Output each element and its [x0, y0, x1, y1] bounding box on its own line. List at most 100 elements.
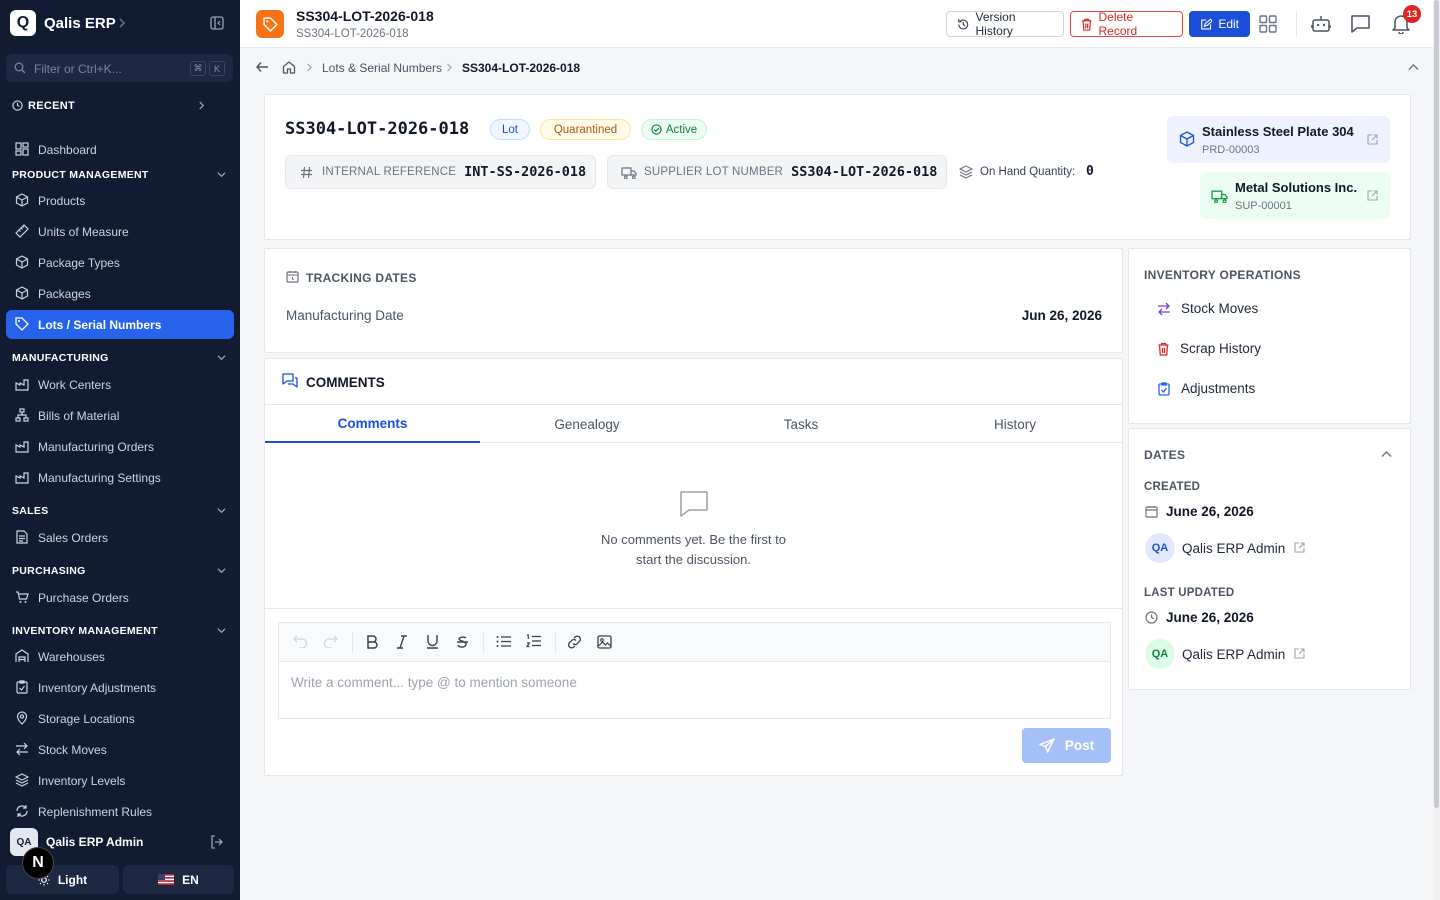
post-comment-button[interactable]: Post [1022, 728, 1111, 763]
truck-icon [621, 167, 637, 179]
chevron-up-icon[interactable] [1381, 450, 1392, 458]
app-name[interactable]: Qalis ERP [44, 15, 116, 32]
home-icon[interactable] [282, 60, 296, 74]
external-link-icon[interactable] [1367, 190, 1378, 201]
cube-icon [1179, 131, 1195, 147]
sidebar-item-packages[interactable]: Packages [6, 279, 234, 308]
sidebar-item-purchase-orders[interactable]: Purchase Orders [6, 583, 234, 612]
italic-icon[interactable] [396, 635, 408, 649]
quality-status-badge: Quarantined [540, 119, 631, 140]
tab-comments[interactable]: Comments [265, 405, 480, 443]
sidebar-item-inventory-levels[interactable]: Inventory Levels [6, 766, 234, 795]
sidebar-filter[interactable]: Filter or Ctrl+K... ⌘ K [6, 54, 233, 82]
version-history-button[interactable]: Version History [946, 10, 1064, 38]
layers-icon [959, 165, 973, 179]
chevron-down-icon[interactable] [217, 566, 226, 575]
updated-by-user[interactable]: Qalis ERP Admin [1182, 647, 1285, 662]
sidebar-item-inventory-adjustments[interactable]: Inventory Adjustments [6, 673, 234, 702]
bold-icon[interactable] [366, 635, 378, 649]
breadcrumb-separator-icon [307, 63, 312, 72]
scrollbar-thumb[interactable] [1434, 0, 1439, 808]
logout-icon[interactable] [210, 835, 224, 849]
delete-record-button[interactable]: Delete Record [1070, 10, 1183, 38]
sidebar-item-label: Inventory Levels [38, 773, 126, 788]
breadcrumb-separator-icon [447, 63, 452, 72]
tab-tasks[interactable]: Tasks [694, 405, 908, 443]
sidebar-item-stock-moves[interactable]: Stock Moves [6, 735, 234, 764]
linked-supplier-card[interactable]: Metal Solutions Inc. SUP-00001 [1200, 172, 1390, 219]
chevron-down-icon[interactable] [217, 170, 226, 179]
underline-icon[interactable] [426, 634, 439, 649]
chevron-down-icon[interactable] [217, 626, 226, 635]
toolbar-divider [352, 632, 353, 653]
breadcrumb-current: SS304-LOT-2026-018 [462, 61, 581, 75]
comment-input[interactable]: Write a comment... type @ to mention som… [291, 675, 577, 690]
redo-icon[interactable] [323, 635, 338, 648]
tab-genealogy[interactable]: Genealogy [480, 405, 694, 443]
adjustments-link[interactable]: Adjustments [1157, 381, 1255, 396]
status-badge: Active [641, 119, 707, 140]
sidebar-item-manufacturing-orders[interactable]: Manufacturing Orders [6, 432, 234, 461]
breadcrumb-parent[interactable]: Lots & Serial Numbers [322, 61, 442, 75]
status-label: Active [665, 123, 698, 136]
dev-tools-badge[interactable]: N [22, 847, 54, 879]
strikethrough-icon[interactable] [456, 635, 469, 649]
sidebar-item-replenishment-rules[interactable]: Replenishment Rules [6, 797, 234, 826]
section-manufacturing[interactable]: MANUFACTURING [12, 352, 109, 364]
back-arrow-icon[interactable] [256, 61, 269, 73]
sidebar-item-storage-locations[interactable]: Storage Locations [6, 704, 234, 733]
sidebar-item-dashboard[interactable]: Dashboard [6, 135, 234, 164]
sidebar-item-package-types[interactable]: Package Types [6, 248, 234, 277]
app-logo[interactable]: Q [10, 10, 36, 36]
undo-icon[interactable] [293, 635, 308, 648]
section-inventory-management[interactable]: INVENTORY MANAGEMENT [12, 625, 158, 637]
scrap-history-link[interactable]: Scrap History [1157, 341, 1261, 356]
external-link-icon[interactable] [1294, 542, 1305, 553]
on-hand-value: 0 [1086, 164, 1094, 179]
edit-button[interactable]: Edit [1189, 11, 1250, 37]
sidebar-item-lots-serial-numbers[interactable]: Lots / Serial Numbers [6, 310, 234, 339]
page-scrollbar[interactable] [1433, 0, 1440, 900]
chat-icon[interactable] [1350, 14, 1371, 34]
chevron-down-icon[interactable] [217, 506, 226, 515]
language-button[interactable]: EN [123, 865, 234, 894]
sidebar-item-warehouses[interactable]: Warehouses [6, 642, 234, 671]
grid-apps-icon[interactable] [1259, 15, 1277, 33]
tab-history[interactable]: History [908, 405, 1122, 443]
sidebar-item-label: Replenishment Rules [38, 804, 153, 819]
document-icon [16, 530, 28, 544]
warehouse-icon [15, 649, 29, 662]
section-purchasing[interactable]: PURCHASING [12, 565, 86, 577]
sidebar-item-products[interactable]: Products [6, 186, 234, 215]
section-product-management[interactable]: PRODUCT MANAGEMENT [12, 169, 149, 181]
linked-product-card[interactable]: Stainless Steel Plate 304 PRD-00003 [1167, 116, 1390, 163]
sidebar-item-label: Products [38, 193, 86, 208]
bullet-list-icon[interactable] [496, 635, 511, 648]
trash-icon [1158, 342, 1169, 356]
external-link-icon[interactable] [1367, 134, 1378, 145]
section-sales[interactable]: SALES [12, 505, 49, 517]
chevron-down-icon[interactable] [217, 353, 226, 362]
adjustments-label: Adjustments [1181, 381, 1256, 396]
clock-icon [1145, 611, 1158, 624]
created-by-user[interactable]: Qalis ERP Admin [1182, 541, 1285, 556]
manufacturing-date-label: Manufacturing Date [286, 308, 404, 323]
chevron-right-icon[interactable] [116, 17, 128, 29]
numbered-list-icon[interactable] [526, 634, 541, 648]
sidebar-item-units-of-measure[interactable]: Units of Measure [6, 217, 234, 246]
sidebar-item-manufacturing-settings[interactable]: Manufacturing Settings [6, 463, 234, 492]
layers-icon [15, 773, 29, 787]
sidebar-item-bills-of-material[interactable]: Bills of Material [6, 401, 234, 430]
link-icon[interactable] [567, 635, 582, 649]
sidebar-item-sales-orders[interactable]: Sales Orders [6, 523, 234, 552]
chevron-up-icon[interactable] [1408, 63, 1419, 71]
bot-icon[interactable] [1311, 14, 1331, 34]
sidebar-item-label: Manufacturing Settings [38, 470, 161, 485]
type-badge: Lot [490, 119, 530, 140]
image-icon[interactable] [597, 635, 612, 649]
stock-moves-link[interactable]: Stock Moves [1157, 301, 1258, 316]
external-link-icon[interactable] [1294, 648, 1305, 659]
sidebar-item-work-centers[interactable]: Work Centers [6, 370, 234, 399]
recent-toggle[interactable]: RECENT [28, 100, 75, 112]
collapse-sidebar-icon[interactable] [210, 16, 224, 30]
